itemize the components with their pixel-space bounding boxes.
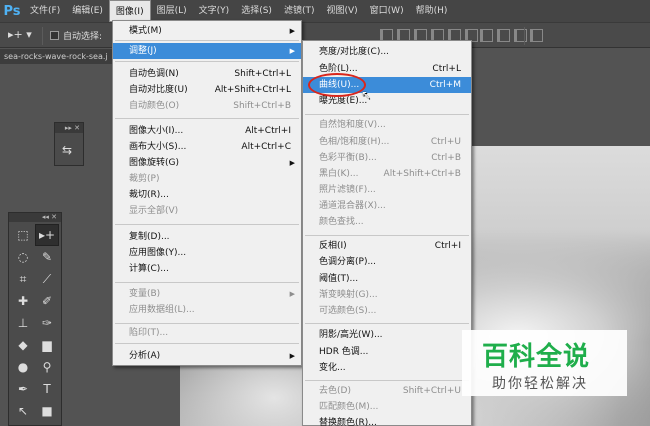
menu-item-auto-contrast[interactable]: 自动对比度(U) Alt+Shift+Ctrl+L bbox=[113, 82, 301, 98]
menu-image[interactable]: 图像(I) bbox=[108, 0, 151, 22]
shape-tool-icon[interactable]: ■ bbox=[35, 400, 59, 422]
menu-type[interactable]: 文字(Y) bbox=[193, 0, 236, 22]
photoshop-logo: Ps bbox=[3, 3, 21, 19]
menu-item-trim[interactable]: 裁切(R)... bbox=[113, 187, 301, 203]
menu-view[interactable]: 视图(V) bbox=[320, 0, 363, 22]
menu-item-variations[interactable]: 变化... bbox=[303, 360, 471, 376]
menu-item-crop: 裁剪(P) bbox=[129, 174, 160, 184]
menu-item-apply-data-set: 应用数据组(L)... bbox=[129, 305, 195, 315]
menu-item-posterize[interactable]: 色调分离(P)... bbox=[303, 254, 471, 270]
menu-filter[interactable]: 滤镜(T) bbox=[278, 0, 321, 22]
menu-file[interactable]: 文件(F) bbox=[24, 0, 66, 22]
marquee-tool-icon[interactable]: ⬚ bbox=[11, 224, 35, 246]
clone-stamp-tool-icon[interactable]: ⊥ bbox=[11, 312, 35, 334]
menu-item-hue-saturation: 色相/饱和度(H)... Ctrl+U bbox=[319, 137, 461, 147]
menu-item-apply-image[interactable]: 应用图像(Y)... bbox=[113, 245, 301, 261]
menu-item-analysis[interactable]: 分析(A) ▶ bbox=[113, 348, 301, 364]
distribute-buttons bbox=[480, 29, 527, 42]
menu-item-canvas-size[interactable]: 画布大小(S)... Alt+Ctrl+C bbox=[113, 139, 301, 155]
collapsed-panel: ▸▸ ✕ ⇆ bbox=[54, 122, 84, 166]
menu-item-adjustments[interactable]: 调整(J) ▶ bbox=[113, 43, 301, 59]
menu-item-reveal-all: 显示全部(V) bbox=[129, 206, 179, 216]
menu-item-shadows-highlights[interactable]: 阴影/高光(W)... bbox=[303, 327, 471, 343]
mouse-cursor-icon: ↖ bbox=[361, 88, 372, 102]
eyedropper-tool-icon[interactable]: ⟋ bbox=[35, 268, 59, 290]
menu-item-black-white: 黑白(K)... Alt+Shift+Ctrl+B bbox=[319, 169, 461, 179]
blur-tool-icon[interactable]: ● bbox=[11, 356, 35, 378]
watermark-subtitle: 助你轻松解决 bbox=[492, 376, 588, 392]
auto-select-checkbox[interactable] bbox=[50, 31, 59, 40]
menu-item-brightness-contrast[interactable]: 亮度/对比度(C)... bbox=[303, 44, 471, 60]
distribute-left-icon[interactable] bbox=[480, 29, 493, 42]
menu-help[interactable]: 帮助(H) bbox=[410, 0, 454, 22]
gradient-tool-icon[interactable]: ▆ bbox=[35, 334, 59, 356]
menu-item-calculations[interactable]: 计算(C)... bbox=[113, 261, 301, 277]
menu-item-variables: 变量(B) ▶ bbox=[129, 289, 295, 299]
distribute-right-icon[interactable] bbox=[514, 29, 527, 42]
panel-collapse-icon[interactable]: ▸▸ ✕ bbox=[55, 123, 83, 133]
menu-item-auto-color: 自动颜色(O) Shift+Ctrl+B bbox=[129, 101, 291, 111]
menu-item-duplicate[interactable]: 复制(D)... bbox=[113, 229, 301, 245]
menu-layer[interactable]: 图层(L) bbox=[151, 0, 193, 22]
healing-brush-tool-icon[interactable]: ✚ bbox=[11, 290, 35, 312]
menu-item-desaturate: 去色(D) Shift+Ctrl+U bbox=[319, 386, 461, 396]
eraser-tool-icon[interactable]: ◆ bbox=[11, 334, 35, 356]
tools-panel-header[interactable]: ◂◂ ✕ bbox=[9, 213, 61, 222]
quick-select-tool-icon[interactable]: ✎ bbox=[35, 246, 59, 268]
adjustments-submenu: 亮度/对比度(C)... 色阶(L)... Ctrl+L 曲线(U)... Ctrl… bbox=[302, 40, 472, 426]
dodge-tool-icon[interactable]: ⚲ bbox=[35, 356, 59, 378]
document-tab[interactable]: sea-rocks-wave-rock-sea.j bbox=[0, 49, 112, 64]
history-panel-icon[interactable]: ⇆ bbox=[62, 143, 72, 157]
auto-align-icon[interactable] bbox=[530, 29, 543, 42]
crop-tool-icon[interactable]: ⌗ bbox=[11, 268, 35, 290]
menu-item-color-balance: 色彩平衡(B)... Ctrl+B bbox=[319, 153, 461, 163]
divider bbox=[42, 27, 43, 45]
move-tool-icon[interactable]: ▸+ bbox=[35, 224, 59, 246]
menu-window[interactable]: 窗口(W) bbox=[364, 0, 410, 22]
divider bbox=[524, 27, 525, 45]
auto-align-buttons bbox=[530, 29, 543, 42]
menu-item-invert[interactable]: 反相(I) Ctrl+I bbox=[303, 238, 471, 254]
menu-item-image-rotation[interactable]: 图像旋转(G) ▶ bbox=[113, 155, 301, 171]
menu-item-threshold[interactable]: 阈值(T)... bbox=[303, 271, 471, 287]
path-selection-tool-icon[interactable]: ↖ bbox=[11, 400, 35, 422]
image-menu: 模式(M) ▶ 调整(J) ▶ 自动色调(N) Shift+Ctrl+L 自动对比度(… bbox=[112, 20, 302, 366]
brush-tool-icon[interactable]: ✐ bbox=[35, 290, 59, 312]
menu-item-trap: 陷印(T)... bbox=[129, 328, 169, 338]
distribute-center-icon[interactable] bbox=[497, 29, 510, 42]
watermark: 百科全说 助你轻松解决 bbox=[462, 330, 627, 396]
menu-item-vibrance: 自然饱和度(V)... bbox=[319, 120, 386, 130]
menu-item-channel-mixer: 通道混合器(X)... bbox=[319, 201, 386, 211]
menu-item-hdr-toning[interactable]: HDR 色调... bbox=[303, 344, 471, 360]
move-tool-preset[interactable]: ▸+ ▾ bbox=[8, 28, 38, 44]
menu-item-color-lookup: 颜色查找... bbox=[319, 217, 364, 227]
annotation-ring bbox=[308, 73, 366, 97]
history-brush-tool-icon[interactable]: ✑ bbox=[35, 312, 59, 334]
menu-bar: Ps 文件(F) 编辑(E) 图像(I) 图层(L) 文字(Y) 选择(S) 滤… bbox=[0, 0, 650, 22]
menu-item-mode[interactable]: 模式(M) ▶ bbox=[113, 23, 301, 39]
menu-item-selective-color: 可选颜色(S)... bbox=[319, 306, 377, 316]
menu-item-photo-filter: 照片滤镜(F)... bbox=[319, 185, 376, 195]
menu-item-auto-tone[interactable]: 自动色调(N) Shift+Ctrl+L bbox=[113, 66, 301, 82]
menu-edit[interactable]: 编辑(E) bbox=[66, 0, 109, 22]
menu-item-gradient-map: 渐变映射(G)... bbox=[319, 290, 378, 300]
auto-select-label: 自动选择: bbox=[63, 32, 103, 42]
watermark-title: 百科全说 bbox=[482, 342, 591, 372]
menu-select[interactable]: 选择(S) bbox=[235, 0, 278, 22]
tools-panel: ◂◂ ✕ ⬚ ▸+ ◌ ✎ ⌗ ⟋ ✚ ✐ ⊥ ✑ ◆ ▆ ● ⚲ ✒ T ↖ … bbox=[8, 212, 62, 426]
lasso-tool-icon[interactable]: ◌ bbox=[11, 246, 35, 268]
menu-item-match-color: 匹配颜色(M)... bbox=[319, 402, 379, 412]
type-tool-icon[interactable]: T bbox=[35, 378, 59, 400]
menu-item-image-size[interactable]: 图像大小(I)... Alt+Ctrl+I bbox=[113, 123, 301, 139]
pen-tool-icon[interactable]: ✒ bbox=[11, 378, 35, 400]
menu-item-replace-color[interactable]: 替换颜色(R)... bbox=[303, 415, 471, 426]
